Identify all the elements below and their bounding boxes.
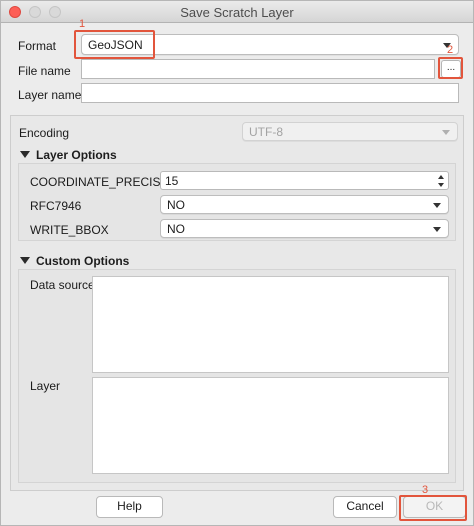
annotation-box-3 <box>399 495 467 521</box>
layer-textarea[interactable] <box>92 377 449 474</box>
write-bbox-select[interactable]: NO <box>160 219 449 238</box>
cancel-button[interactable]: Cancel <box>333 496 397 518</box>
rfc7946-select[interactable]: NO <box>160 195 449 214</box>
rfc7946-label: RFC7946 <box>30 199 82 213</box>
collapse-triangle-icon[interactable] <box>20 151 30 158</box>
format-label: Format <box>18 39 57 53</box>
annotation-box-2 <box>438 57 463 79</box>
title-bar: Save Scratch Layer <box>1 1 473 23</box>
data-source-textarea[interactable] <box>92 276 449 373</box>
write-bbox-label: WRITE_BBOX <box>30 223 109 237</box>
encoding-select[interactable]: UTF-8 <box>242 122 458 141</box>
data-source-label: Data source <box>30 278 95 292</box>
chevron-down-icon <box>433 227 441 232</box>
annotation-box-1 <box>74 30 155 59</box>
coordinate-precision-spinbox[interactable]: 15 <box>160 171 449 190</box>
annotation-number-1: 1 <box>79 18 86 30</box>
layer-label: Layer <box>30 379 61 393</box>
file-name-input[interactable] <box>81 59 435 79</box>
encoding-value: UTF-8 <box>249 125 283 139</box>
layer-name-label: Layer name <box>18 88 82 102</box>
file-name-label: File name <box>18 64 71 78</box>
annotation-number-3: 3 <box>422 484 429 496</box>
window-title: Save Scratch Layer <box>180 5 294 20</box>
layer-name-input[interactable] <box>81 83 459 103</box>
encoding-label: Encoding <box>19 126 70 140</box>
layer-options-header[interactable]: Layer Options <box>36 148 117 162</box>
help-button[interactable]: Help <box>96 496 163 518</box>
custom-options-header[interactable]: Custom Options <box>36 254 129 268</box>
rfc7946-value: NO <box>167 198 185 212</box>
collapse-triangle-icon[interactable] <box>20 257 30 264</box>
save-scratch-layer-dialog: Save Scratch Layer Format GeoJSON File n… <box>0 0 474 526</box>
write-bbox-value: NO <box>167 222 185 236</box>
spin-arrows-icon[interactable] <box>437 173 446 190</box>
annotation-number-2: 2 <box>447 44 454 56</box>
chevron-down-icon <box>442 130 450 135</box>
coordinate-precision-value: 15 <box>165 174 179 188</box>
chevron-down-icon <box>433 203 441 208</box>
